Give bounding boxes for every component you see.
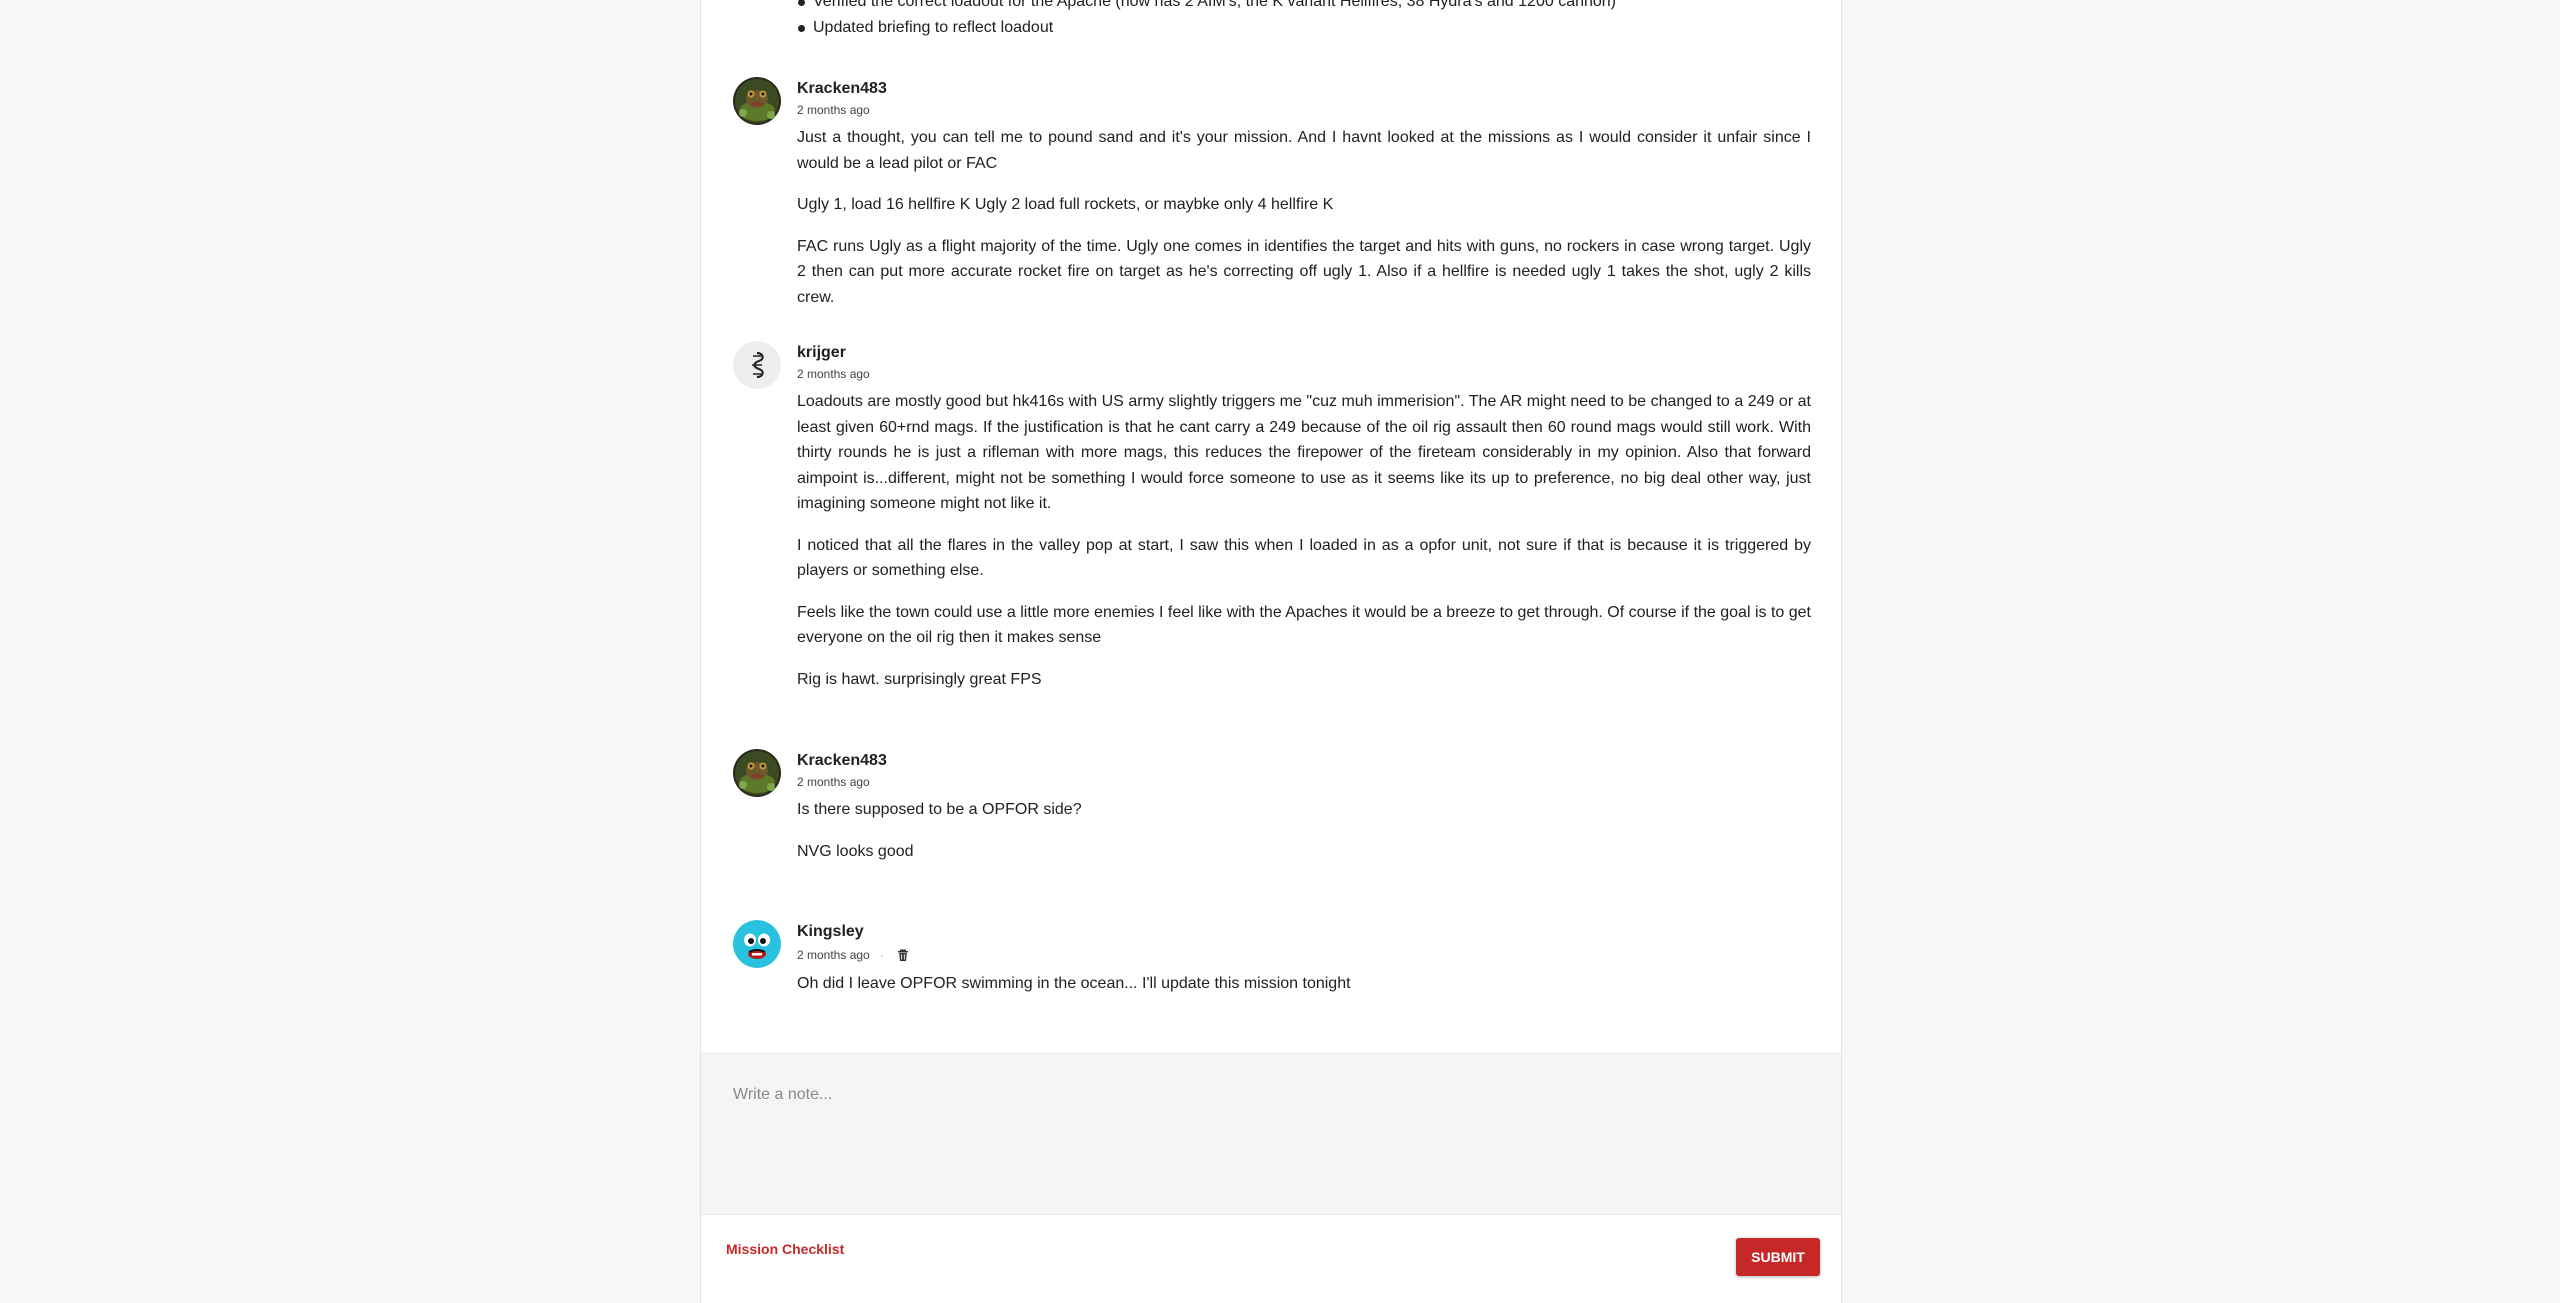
cartoon-face-avatar-icon[interactable] [733, 920, 781, 968]
comment-timestamp: 2 months ago [797, 948, 870, 962]
comment-timestamp: 2 months ago [797, 103, 870, 117]
comment-body: Kingsley 2 months ago · Oh did I leave O… [797, 920, 1811, 997]
comment-body: krijger 2 months ago Loadouts are mostly… [797, 341, 1811, 692]
notes-panel: Verified the correct loadout for the Apa… [700, 0, 1842, 1303]
comment-meta: 2 months ago [797, 366, 1811, 382]
comment-paragraph: Ugly 1, load 16 hellfire K Ugly 2 load f… [797, 196, 1334, 213]
frog-avatar-icon[interactable] [733, 749, 781, 797]
trash-icon[interactable] [896, 948, 910, 962]
frog-avatar-icon[interactable] [733, 77, 781, 125]
bullet-item: Verified the correct loadout for the Apa… [797, 0, 1616, 15]
mission-checklist-link[interactable]: Mission Checklist [726, 1241, 844, 1257]
note-composer [701, 1053, 1841, 1215]
comment-paragraph: Oh did I leave OPFOR swimming in the oce… [797, 975, 1351, 992]
comment-paragraph: Rig is hawt. surprisingly great FPS [797, 670, 1042, 688]
comment-meta: 2 months ago [797, 102, 1811, 118]
comment-author[interactable]: Kracken483 [797, 79, 1811, 99]
note-input[interactable] [731, 1084, 1815, 1198]
comment-body: Kracken483 2 months ago Is there suppose… [797, 749, 1811, 864]
spiral-avatar-icon[interactable] [733, 341, 781, 389]
comment-paragraph: Just a thought, you can tell me to pound… [797, 129, 1811, 172]
comment-paragraph: I noticed that all the flares in the val… [797, 536, 1811, 580]
meta-separator: · [879, 948, 884, 962]
comment-paragraph: Loadouts are mostly good but hk416s with… [797, 393, 1811, 512]
comment-timestamp: 2 months ago [797, 775, 870, 789]
comment-paragraph: FAC runs Ugly as a flight majority of th… [797, 237, 1811, 306]
comment-body: Kracken483 2 months ago Just a thought, … [797, 77, 1811, 310]
bullet-item: Updated briefing to reflect loadout [797, 15, 1616, 41]
previous-comment-bullets: Verified the correct loadout for the Apa… [797, 0, 1616, 41]
comment-meta: 2 months ago [797, 774, 1811, 790]
submit-button[interactable]: SUBMIT [1736, 1238, 1820, 1276]
comment-paragraph: Feels like the town could use a little m… [797, 603, 1811, 647]
comment-author[interactable]: Kracken483 [797, 751, 1811, 771]
comment-paragraph: Is there supposed to be a OPFOR side? [797, 801, 1082, 818]
comment-paragraph: NVG looks good [797, 842, 914, 860]
comment-timestamp: 2 months ago [797, 367, 870, 381]
comment-author[interactable]: Kingsley [797, 922, 1811, 942]
comment-author[interactable]: krijger [797, 343, 1811, 363]
comment-meta: 2 months ago · [797, 947, 1811, 963]
